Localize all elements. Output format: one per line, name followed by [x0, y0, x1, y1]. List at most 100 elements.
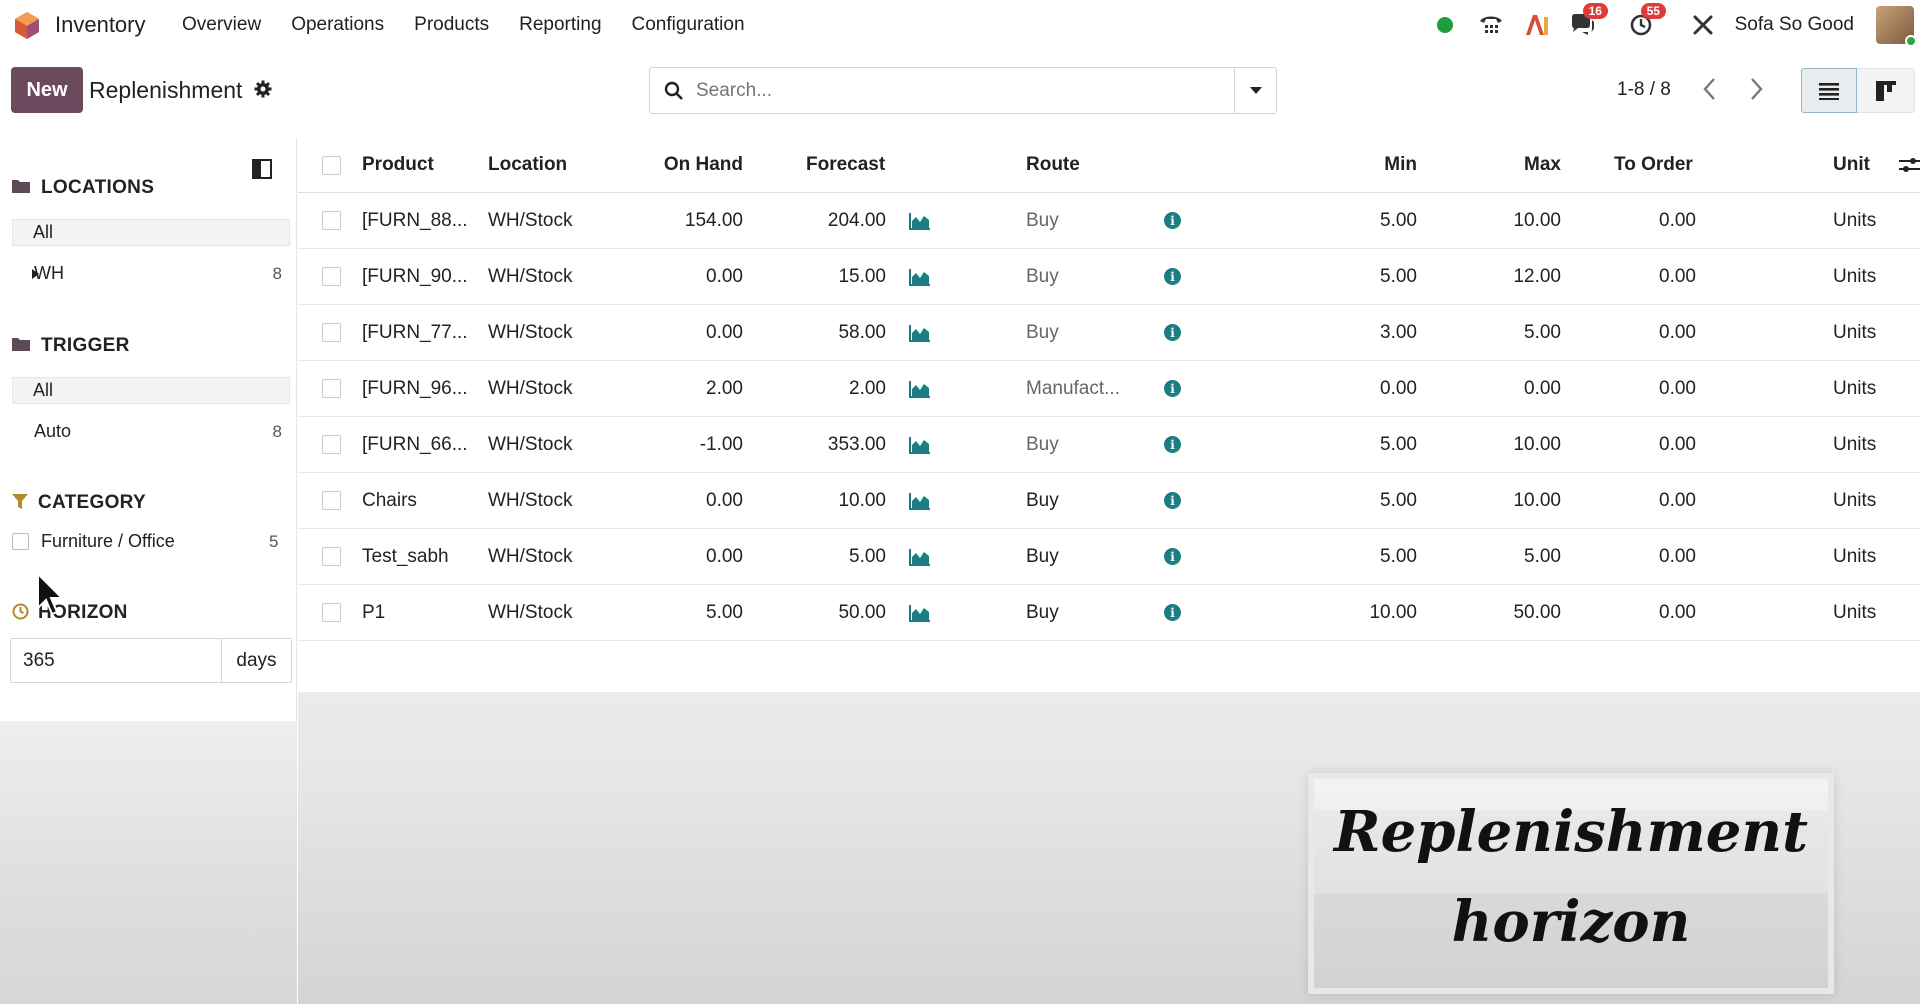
table-row[interactable]: [FURN_96... WH/Stock 2.00 2.00 Manufact... i 0…: [298, 361, 1920, 417]
user-name[interactable]: Sofa So Good: [1735, 14, 1854, 36]
header-min[interactable]: Min: [1308, 138, 1417, 192]
location-item-wh[interactable]: WH 8: [12, 260, 290, 287]
cell-location: WH/Stock: [488, 545, 573, 567]
cell-product[interactable]: [FURN_90...: [362, 249, 468, 304]
info-icon[interactable]: i: [1164, 324, 1181, 341]
cell-on-hand: 5.00: [706, 601, 743, 623]
inventory-app-logo-icon[interactable]: [12, 10, 42, 40]
cell-product[interactable]: [FURN_88...: [362, 193, 468, 248]
table-row[interactable]: [FURN_77... WH/Stock 0.00 58.00 Buy i 3.00 5.00…: [298, 305, 1920, 361]
cell-location: WH/Stock: [488, 601, 573, 623]
new-button[interactable]: New: [11, 67, 83, 113]
row-checkbox[interactable]: [322, 435, 341, 454]
forecast-graph-icon[interactable]: [909, 417, 931, 472]
forecast-graph-icon[interactable]: [909, 361, 931, 416]
cell-to-order: 0.00: [1659, 265, 1696, 287]
collapse-panel-icon[interactable]: [252, 159, 272, 179]
main-menu: Overview Operations Products Reporting C…: [182, 14, 775, 36]
cell-unit: Units: [1833, 545, 1877, 567]
header-to-order[interactable]: To Order: [1614, 138, 1693, 192]
row-checkbox[interactable]: [322, 323, 341, 342]
table-row[interactable]: [FURN_88... WH/Stock 154.00 204.00 Buy i 5.00 1…: [298, 193, 1920, 249]
row-checkbox[interactable]: [322, 603, 341, 622]
info-icon[interactable]: i: [1164, 380, 1181, 397]
forecast-graph-icon[interactable]: [909, 305, 931, 360]
forecast-graph-icon[interactable]: [909, 473, 931, 528]
cell-product[interactable]: [FURN_96...: [362, 361, 468, 416]
pager-value[interactable]: 1-8 / 8: [1617, 79, 1671, 101]
phone-icon[interactable]: [1477, 11, 1505, 39]
cell-min: 3.00: [1380, 321, 1417, 343]
select-all-checkbox[interactable]: [322, 155, 341, 175]
info-icon[interactable]: i: [1164, 268, 1181, 285]
row-checkbox[interactable]: [322, 211, 341, 230]
clock-icon: [12, 603, 29, 620]
cell-product[interactable]: Test_sabh: [362, 529, 449, 584]
cell-unit: Units: [1833, 377, 1877, 399]
list-view-button[interactable]: [1801, 68, 1857, 113]
list-icon: [1819, 82, 1839, 100]
optional-columns-toggle[interactable]: [1899, 138, 1920, 192]
search-options-toggle[interactable]: [1234, 68, 1276, 113]
header-forecast[interactable]: Forecast: [806, 138, 885, 192]
cell-route: Buy: [1026, 209, 1059, 231]
horizon-input[interactable]: [11, 639, 221, 682]
pager-next-icon[interactable]: [1746, 76, 1766, 102]
menu-products[interactable]: Products: [414, 14, 489, 36]
cell-unit: Units: [1833, 209, 1877, 231]
table-row[interactable]: Test_sabh WH/Stock 0.00 5.00 Buy i 5.00 5.00 0.0…: [298, 529, 1920, 585]
search-icon: [664, 81, 683, 100]
header-max[interactable]: Max: [1448, 138, 1561, 192]
kanban-view-button[interactable]: [1857, 68, 1915, 113]
cell-product[interactable]: [FURN_77...: [362, 305, 468, 360]
trigger-item-auto[interactable]: Auto 8: [12, 418, 290, 445]
table-row[interactable]: Chairs WH/Stock 0.00 10.00 Buy i 5.00 10.00 0.00…: [298, 473, 1920, 529]
search-input[interactable]: [696, 79, 1236, 102]
location-all[interactable]: All: [12, 219, 290, 246]
gear-icon[interactable]: [254, 80, 272, 98]
info-icon[interactable]: i: [1164, 548, 1181, 565]
row-checkbox[interactable]: [322, 379, 341, 398]
status-dot-icon[interactable]: [1431, 11, 1459, 39]
trigger-all[interactable]: All: [12, 377, 290, 404]
forecast-graph-icon[interactable]: [909, 585, 931, 640]
header-route[interactable]: Route: [1026, 138, 1080, 192]
forecast-graph-icon[interactable]: [909, 529, 931, 584]
row-checkbox[interactable]: [322, 267, 341, 286]
header-unit[interactable]: Unit: [1833, 138, 1870, 192]
table-row[interactable]: [FURN_90... WH/Stock 0.00 15.00 Buy i 5.00 12.0…: [298, 249, 1920, 305]
filter-icon: [12, 494, 28, 509]
app-name[interactable]: Inventory: [55, 12, 146, 38]
category-label[interactable]: Furniture / Office: [41, 531, 175, 552]
table-row[interactable]: [FURN_66... WH/Stock -1.00 353.00 Buy i 5.00 10…: [298, 417, 1920, 473]
cell-product[interactable]: [FURN_66...: [362, 417, 468, 472]
cell-product[interactable]: Chairs: [362, 473, 417, 528]
discuss-icon[interactable]: 16: [1569, 2, 1608, 39]
forecast-graph-icon[interactable]: [909, 249, 931, 304]
info-icon[interactable]: i: [1164, 212, 1181, 229]
category-checkbox[interactable]: [12, 533, 29, 550]
pager-previous-icon[interactable]: [1700, 76, 1720, 102]
info-icon[interactable]: i: [1164, 604, 1181, 621]
forecast-graph-icon[interactable]: [909, 193, 931, 248]
tools-icon[interactable]: [1689, 11, 1717, 39]
cell-min: 0.00: [1380, 377, 1417, 399]
header-location[interactable]: Location: [488, 138, 567, 192]
user-avatar[interactable]: [1876, 5, 1917, 47]
ai-icon[interactable]: [1523, 11, 1551, 39]
activity-clock-icon[interactable]: 55: [1627, 2, 1666, 39]
header-product[interactable]: Product: [362, 138, 434, 192]
header-on-hand[interactable]: On Hand: [638, 138, 743, 192]
cell-min: 5.00: [1380, 209, 1417, 231]
info-icon[interactable]: i: [1164, 492, 1181, 509]
row-checkbox[interactable]: [322, 491, 341, 510]
menu-reporting[interactable]: Reporting: [519, 14, 601, 36]
menu-configuration[interactable]: Configuration: [632, 14, 745, 36]
category-count: 5: [269, 532, 279, 551]
row-checkbox[interactable]: [322, 547, 341, 566]
menu-operations[interactable]: Operations: [291, 14, 384, 36]
cell-product[interactable]: P1: [362, 585, 385, 640]
menu-overview[interactable]: Overview: [182, 14, 261, 36]
info-icon[interactable]: i: [1164, 436, 1181, 453]
table-row[interactable]: P1 WH/Stock 5.00 50.00 Buy i 10.00 50.00 0.00 Uni…: [298, 585, 1920, 641]
